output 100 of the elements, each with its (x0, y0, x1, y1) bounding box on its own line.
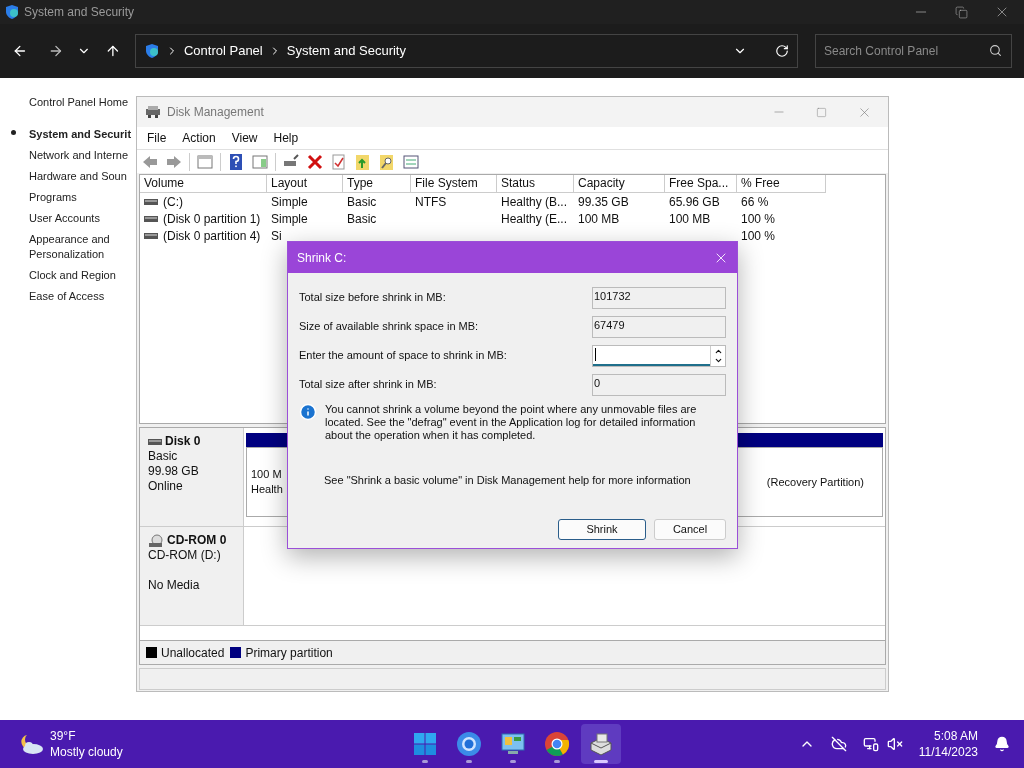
disk-detail: Basic (148, 449, 179, 464)
control-panel-icon[interactable] (499, 731, 526, 757)
partition-text: Health (251, 482, 283, 497)
dialog-button[interactable]: Cancel (654, 518, 726, 540)
menu-item[interactable]: View (231, 129, 258, 147)
breadcrumb-item[interactable]: System and Security (286, 41, 406, 61)
text-caret (595, 348, 596, 361)
column-header[interactable]: Capacity (574, 175, 665, 193)
sidebar-item[interactable]: Network and Interne (29, 145, 133, 166)
windows-logo-icon[interactable] (412, 732, 437, 756)
column-header[interactable]: % Free (737, 175, 826, 193)
field-label: Enter the amount of space to shrink in MB: (299, 348, 507, 364)
disk-name: Disk 0 (165, 434, 201, 449)
table-cell-text: 100 MB (669, 210, 711, 228)
table-cell-text: (C:) (163, 193, 183, 211)
readonly-field: 67479 (592, 315, 726, 338)
disk-detail: Online (148, 479, 184, 494)
column-header[interactable]: File System (411, 175, 497, 193)
disk-detail: CD-ROM (D:) (148, 548, 222, 563)
disk-drive-icon[interactable] (587, 731, 614, 757)
partition-text: (Recovery Partition) (766, 474, 864, 490)
spin-input-field[interactable] (593, 345, 710, 366)
breadcrumb-item[interactable]: Control Panel (183, 41, 263, 61)
field-label: Size of available shrink space in MB: (299, 319, 479, 335)
column-header[interactable]: Free Spa... (665, 175, 737, 193)
sidebar-item[interactable]: System and Securit (29, 124, 133, 145)
address-bar[interactable]: Control Panel System and Security (134, 34, 798, 68)
table-cell-text: Healthy (B... (501, 193, 568, 211)
clock-date[interactable]: 11/14/2023 (918, 744, 978, 760)
table-cell-text: (Disk 0 partition 4) (163, 227, 261, 245)
table-cell-text: 100 MB (578, 210, 620, 228)
menu-item[interactable]: Action (182, 129, 216, 147)
cd-drive-icon (148, 533, 164, 548)
disk-name: CD-ROM 0 (167, 533, 227, 548)
sidebar-item[interactable]: Appearance and Personalization (29, 229, 133, 265)
shield-icon (143, 43, 160, 59)
weather-condition[interactable]: Mostly cloudy (50, 744, 123, 760)
sidebar-item[interactable]: Programs (29, 187, 133, 208)
delete-icon[interactable] (306, 152, 324, 171)
dialog-button[interactable]: Shrink (558, 518, 646, 540)
column-header[interactable]: Volume (140, 175, 267, 193)
disk-detail: No Media (148, 578, 201, 593)
disk-label-panel[interactable]: Disk 0 Basic 99.98 GB Online (140, 428, 244, 526)
legend-label: Primary partition (245, 644, 333, 662)
dialog-title: Shrink C: (297, 249, 347, 267)
notification-bell-icon[interactable] (994, 736, 1010, 752)
search-field[interactable]: Search Control Panel (815, 34, 1012, 68)
sidebar-item[interactable]: Clock and Region (29, 265, 133, 286)
table-cell-text: Simple (271, 210, 308, 228)
refresh-icon[interactable] (775, 44, 789, 58)
table-cell-text: Basic (347, 210, 377, 228)
sidebar-item[interactable]: Control Panel Home (29, 92, 133, 113)
search-folder-icon[interactable] (378, 152, 396, 171)
table-cell-text: 66 % (741, 193, 769, 211)
info-icon (299, 403, 317, 421)
table-cell-text: Healthy (E... (501, 210, 568, 228)
network-icon[interactable] (862, 736, 879, 752)
column-header[interactable]: Layout (267, 175, 343, 193)
menu-item[interactable]: File (147, 129, 167, 147)
browser-icon[interactable] (455, 731, 482, 757)
menu-item[interactable]: Help (273, 129, 299, 147)
table-cell-text: Si (271, 227, 282, 245)
weather-temperature[interactable]: 39°F (50, 728, 123, 744)
sidebar-item[interactable]: Hardware and Soun (29, 166, 133, 187)
checklist-icon[interactable] (330, 152, 348, 171)
drive-icon (144, 214, 158, 223)
sidebar-item[interactable]: Ease of Access (29, 286, 133, 307)
sidebar-item[interactable]: User Accounts (29, 208, 133, 229)
back-icon[interactable] (12, 43, 28, 59)
info-text: You cannot shrink a volume beyond the point where any unmovable files are located. See the "defrag" event in the Application log for detailed information about the operation when it has completed. (325, 403, 698, 442)
drive-icon (144, 231, 158, 240)
table-cell-text: 100 % (741, 227, 776, 245)
weather-icon[interactable] (18, 733, 44, 755)
search-icon[interactable] (989, 44, 1002, 57)
legend-label: Unallocated (161, 644, 225, 662)
readonly-field: 0 (592, 373, 726, 396)
up-icon[interactable] (105, 43, 121, 59)
partition-text: 100 M (251, 467, 282, 482)
help-book-icon[interactable] (227, 152, 245, 171)
table-cell-text: Basic (347, 193, 377, 211)
table-cell-text: 100 % (741, 210, 776, 228)
cloud-off-icon[interactable] (830, 736, 847, 752)
column-header[interactable]: Status (497, 175, 574, 193)
table-cell-text: (Disk 0 partition 1) (163, 210, 261, 228)
table-cell-text: Simple (271, 193, 308, 211)
field-label: Total size after shrink in MB: (299, 377, 437, 393)
column-header[interactable]: Type (343, 175, 411, 193)
field-label: Total size before shrink in MB: (299, 290, 446, 306)
clock-time[interactable]: 5:08 AM (933, 728, 978, 744)
readonly-field: 101732 (592, 286, 726, 309)
muted-speaker-icon[interactable] (886, 736, 903, 752)
folder-up-icon[interactable] (354, 152, 372, 171)
selected-bullet-icon (11, 130, 16, 135)
restore-icon[interactable] (955, 5, 968, 19)
disk-detail: 99.98 GB (148, 464, 200, 479)
drive-icon (144, 197, 158, 206)
window-title: System and Security (24, 4, 135, 21)
chrome-icon[interactable] (543, 731, 570, 757)
disk-label-panel[interactable]: CD-ROM 0 CD-ROM (D:) No Media (140, 527, 244, 625)
disk-management-icon (145, 105, 161, 119)
